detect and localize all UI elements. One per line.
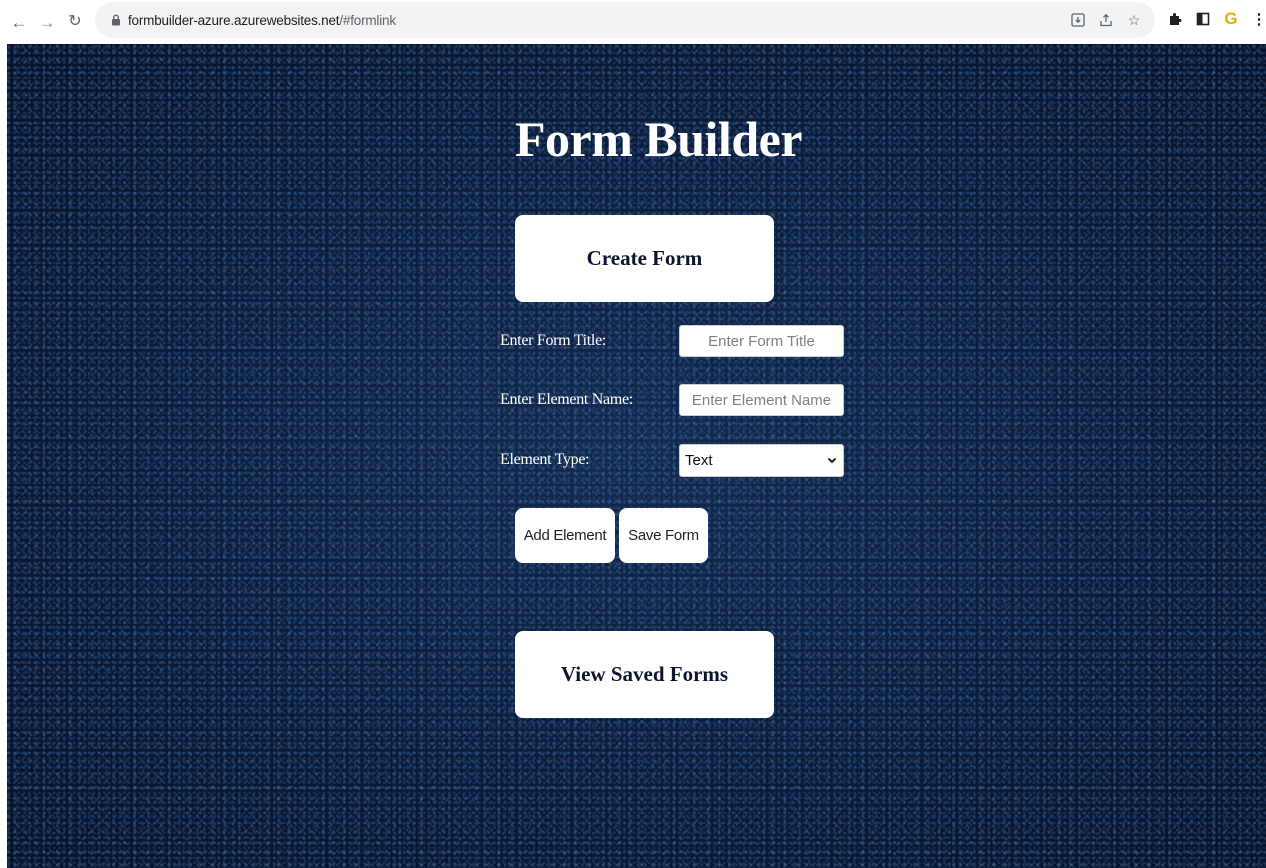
extensions-puzzle-icon[interactable] bbox=[1166, 10, 1184, 28]
url-path: /#formlink bbox=[339, 12, 396, 28]
omnibox-actions: ☆ bbox=[1069, 2, 1143, 38]
element-name-input[interactable] bbox=[679, 384, 844, 416]
element-type-select[interactable]: Text bbox=[679, 444, 844, 477]
address-bar[interactable]: formbuilder-azure.azurewebsites.net/#for… bbox=[95, 2, 1155, 38]
share-icon[interactable] bbox=[1097, 11, 1115, 29]
sidebar-panel-icon[interactable] bbox=[1194, 10, 1212, 28]
url-text[interactable]: formbuilder-azure.azurewebsites.net/#for… bbox=[128, 13, 396, 28]
extensions-area: G ⋮ bbox=[1166, 0, 1266, 38]
page-content: Form Builder Create Form Enter Form Titl… bbox=[7, 44, 1266, 868]
url-host: formbuilder-azure.azurewebsites.net bbox=[128, 12, 340, 28]
element-type-label: Element Type: bbox=[500, 451, 590, 468]
element-name-label: Enter Element Name: bbox=[500, 391, 633, 408]
kebab-menu-icon[interactable]: ⋮ bbox=[1250, 10, 1266, 28]
back-arrow-icon[interactable]: ← bbox=[7, 10, 31, 34]
element-type-value: Text bbox=[685, 452, 713, 469]
view-saved-forms-button[interactable]: View Saved Forms bbox=[515, 631, 774, 718]
bookmark-star-icon[interactable]: ☆ bbox=[1125, 11, 1143, 29]
reload-icon[interactable]: ↻ bbox=[63, 10, 87, 34]
add-element-button[interactable]: Add Element bbox=[515, 508, 615, 563]
forward-arrow-icon[interactable]: → bbox=[35, 10, 59, 34]
create-form-button[interactable]: Create Form bbox=[515, 215, 774, 302]
form-title-label: Enter Form Title: bbox=[500, 332, 607, 349]
save-form-button[interactable]: Save Form bbox=[619, 508, 708, 563]
browser-toolbar: ← → ↻ formbuilder-azure.azurewebsites.ne… bbox=[0, 0, 1266, 44]
page-title: Form Builder bbox=[515, 111, 803, 167]
install-app-icon[interactable] bbox=[1069, 11, 1087, 29]
form-title-input[interactable] bbox=[679, 325, 844, 357]
g-extension-icon[interactable]: G bbox=[1222, 9, 1240, 28]
chevron-down-icon bbox=[827, 457, 837, 464]
lock-icon[interactable] bbox=[109, 13, 123, 27]
